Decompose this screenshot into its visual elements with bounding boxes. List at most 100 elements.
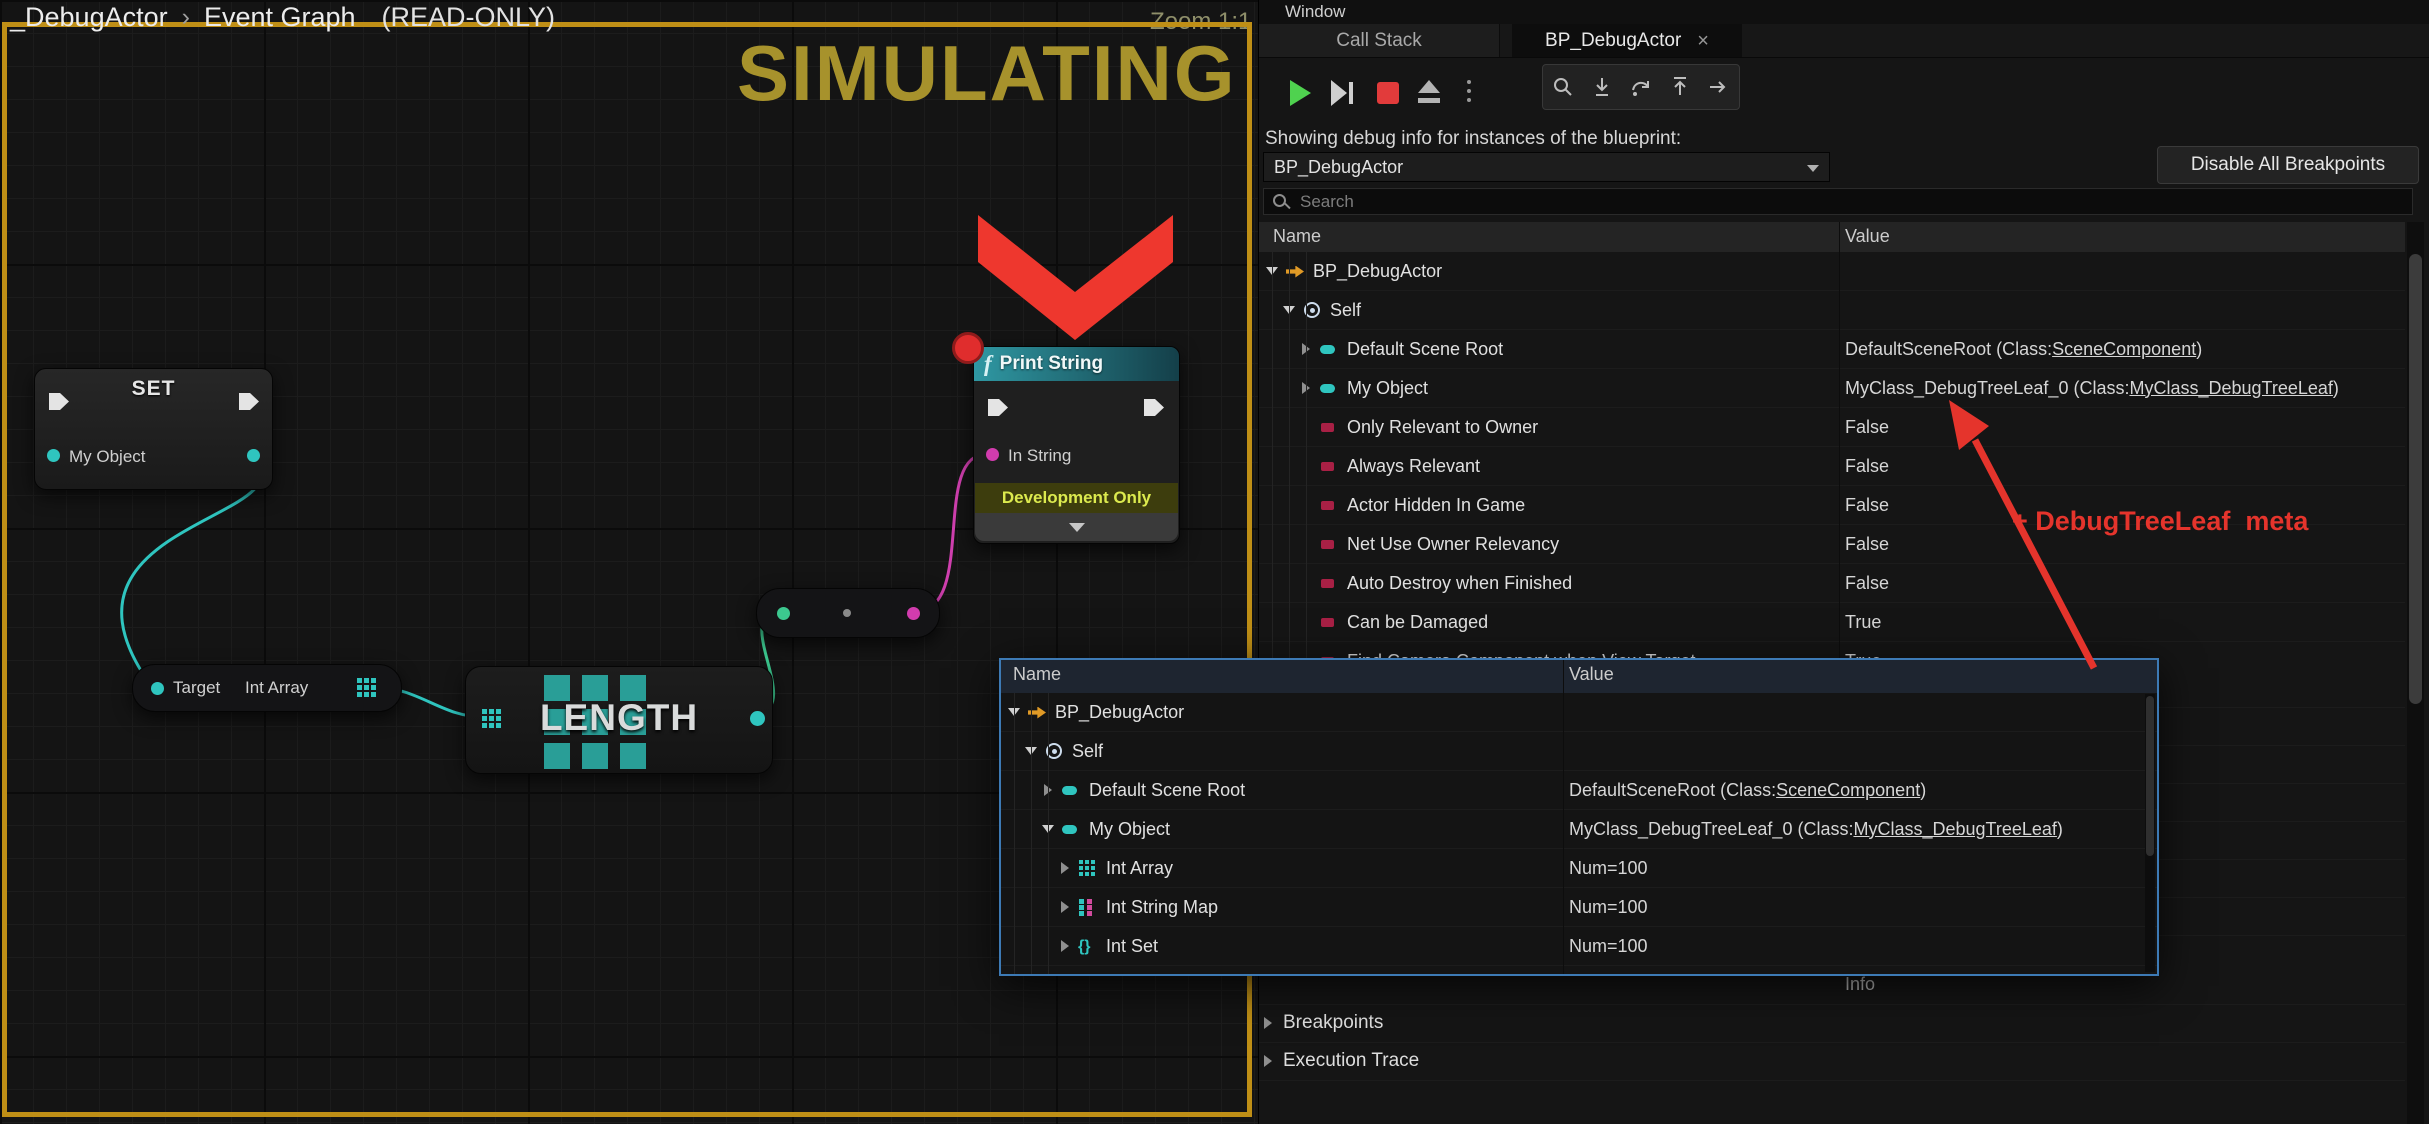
- expander-icon[interactable]: [1259, 1042, 1277, 1080]
- table-row[interactable]: Int ArrayNum=100: [1001, 849, 2157, 888]
- bool-icon: [1319, 496, 1341, 515]
- expander-icon[interactable]: [1056, 927, 1074, 965]
- expander-icon[interactable]: [1056, 849, 1074, 887]
- class-link[interactable]: SceneComponent: [1776, 780, 1920, 801]
- table-row[interactable]: BP_DebugActor: [1001, 693, 2157, 732]
- table-row[interactable]: Always RelevantFalse: [1259, 447, 2405, 486]
- popup-watch-tree: BP_DebugActorSelfDefault Scene RootDefau…: [1001, 693, 2157, 976]
- tab-call-stack[interactable]: Call Stack: [1259, 24, 1500, 57]
- breakpoints-section-row[interactable]: Breakpoints: [1259, 1004, 2405, 1043]
- table-row[interactable]: Self: [1001, 732, 2157, 771]
- indent-guide: [1306, 252, 1307, 670]
- expander-icon[interactable]: [1056, 888, 1074, 926]
- zoom-level-label: Zoom 1:1: [1150, 8, 1251, 36]
- tab-label: BP_DebugActor: [1545, 30, 1681, 52]
- table-row[interactable]: BP_DebugActor: [1259, 252, 2405, 291]
- table-row[interactable]: Only Relevant to OwnerFalse: [1001, 966, 2157, 976]
- row-value: False: [1845, 447, 1889, 485]
- step-out-button[interactable]: [1668, 75, 1692, 99]
- print-string-node[interactable]: f Print String In String Development Onl…: [973, 346, 1180, 544]
- window-menu[interactable]: Window: [1285, 2, 1345, 22]
- vertical-scrollbar[interactable]: [2407, 222, 2424, 1124]
- indent-guide: [1289, 252, 1290, 670]
- class-link[interactable]: SceneComponent: [2052, 339, 2196, 360]
- row-value: DefaultSceneRoot (Class: SceneComponent …: [1845, 330, 2202, 368]
- step-into-button[interactable]: [1590, 75, 1614, 99]
- breadcrumb[interactable]: _DebugActor › Event Graph (READ-ONLY): [10, 2, 555, 33]
- table-row[interactable]: Only Relevant to OwnerFalse: [1259, 408, 2405, 447]
- breadcrumb-root[interactable]: _DebugActor: [10, 2, 168, 33]
- row-name: Auto Destroy when Finished: [1347, 573, 1572, 594]
- in-string-label: In String: [1008, 446, 1071, 466]
- to-string-conversion-node[interactable]: [756, 588, 940, 638]
- tab-bar: Call Stack BP_DebugActor ×: [1259, 24, 2429, 58]
- development-only-banner: Development Only: [975, 483, 1178, 513]
- array-length-node[interactable]: LENGTH: [465, 666, 773, 774]
- map-icon: [1078, 898, 1100, 917]
- print-string-header: f Print String: [974, 347, 1179, 381]
- breadcrumb-page[interactable]: Event Graph: [204, 2, 356, 33]
- array-grid-icon[interactable]: [357, 678, 362, 683]
- more-options-icon[interactable]: [1467, 80, 1471, 84]
- stop-button[interactable]: [1377, 82, 1399, 104]
- column-header-value[interactable]: Value: [1569, 664, 1614, 685]
- column-divider: [1563, 660, 1564, 974]
- disable-all-breakpoints-button[interactable]: Disable All Breakpoints: [2157, 146, 2419, 184]
- table-row[interactable]: My ObjectMyClass_DebugTreeLeaf_0 (Class:…: [1259, 369, 2405, 408]
- column-header-value[interactable]: Value: [1845, 226, 1890, 247]
- array-in-pin[interactable]: [482, 709, 487, 714]
- breakpoint-indicator[interactable]: [952, 332, 984, 364]
- popup-scrollbar[interactable]: [2145, 694, 2155, 972]
- table-row[interactable]: Int String MapNum=100: [1001, 888, 2157, 927]
- row-name: Int Set: [1106, 936, 1158, 957]
- table-row[interactable]: Can be DamagedTrue: [1259, 603, 2405, 642]
- object-out-pin[interactable]: [247, 449, 260, 462]
- row-name: Self: [1330, 300, 1361, 321]
- node-expand-strip[interactable]: [975, 513, 1178, 541]
- column-header-name[interactable]: Name: [1273, 226, 1321, 247]
- blueprint-instance-dropdown[interactable]: BP_DebugActor: [1263, 152, 1830, 182]
- search-box[interactable]: [1263, 188, 2413, 215]
- eject-button[interactable]: [1417, 80, 1441, 106]
- execution-trace-section-row[interactable]: Execution Trace: [1259, 1042, 2405, 1081]
- class-link[interactable]: MyClass_DebugTreeLeaf: [2129, 378, 2332, 399]
- conversion-dot-icon: [843, 609, 851, 617]
- indent-guide: [1031, 693, 1032, 976]
- column-header-name[interactable]: Name: [1013, 664, 1061, 685]
- table-row[interactable]: Default Scene RootDefaultSceneRoot (Clas…: [1259, 330, 2405, 369]
- table-row[interactable]: Self: [1259, 291, 2405, 330]
- resume-button[interactable]: [1290, 80, 1311, 106]
- function-icon: f: [984, 351, 992, 377]
- step-over-button[interactable]: [1629, 75, 1653, 99]
- table-row[interactable]: Default Scene RootDefaultSceneRoot (Clas…: [1001, 771, 2157, 810]
- object-icon: [1319, 379, 1341, 398]
- close-icon[interactable]: ×: [1697, 31, 1709, 51]
- class-link[interactable]: MyClass_DebugTreeLeaf: [1853, 819, 2056, 840]
- exec-out-pin[interactable]: [1144, 399, 1164, 416]
- object-in-pin[interactable]: [47, 449, 60, 462]
- int-array-get-node[interactable]: Target Int Array: [132, 664, 402, 712]
- tab-bp-debugactor[interactable]: BP_DebugActor ×: [1512, 24, 1742, 57]
- scrollbar-thumb[interactable]: [2146, 696, 2154, 856]
- expander-icon[interactable]: [1259, 1004, 1277, 1042]
- continue-button[interactable]: [1707, 75, 1731, 99]
- scrollbar-thumb[interactable]: [2409, 254, 2422, 704]
- find-node-icon[interactable]: [1551, 75, 1575, 99]
- row-value: MyClass_DebugTreeLeaf_0 (Class: MyClass_…: [1569, 810, 2063, 848]
- set-node[interactable]: SET My Object: [34, 368, 273, 490]
- table-row[interactable]: Auto Destroy when FinishedFalse: [1259, 564, 2405, 603]
- chevron-down-icon: [1807, 165, 1819, 172]
- target-pin[interactable]: [151, 682, 164, 695]
- debug-watch-tree: BP_DebugActor Self Default Scene RootDefau…: [1259, 252, 2405, 681]
- length-out-pin[interactable]: [750, 711, 765, 726]
- table-row[interactable]: {}Int SetNum=100: [1001, 927, 2157, 966]
- table-row[interactable]: My ObjectMyClass_DebugTreeLeaf_0 (Class:…: [1001, 810, 2157, 849]
- int-in-pin[interactable]: [777, 607, 790, 620]
- app-window: SET My Object Target Int Array LENGTH: [0, 0, 2429, 1124]
- exec-in-pin[interactable]: [988, 399, 1008, 416]
- in-string-pin[interactable]: [986, 448, 999, 461]
- chevron-down-icon: [1069, 523, 1085, 532]
- frame-skip-button[interactable]: [1331, 80, 1355, 106]
- search-input[interactable]: [1298, 191, 2412, 213]
- string-out-pin[interactable]: [907, 607, 920, 620]
